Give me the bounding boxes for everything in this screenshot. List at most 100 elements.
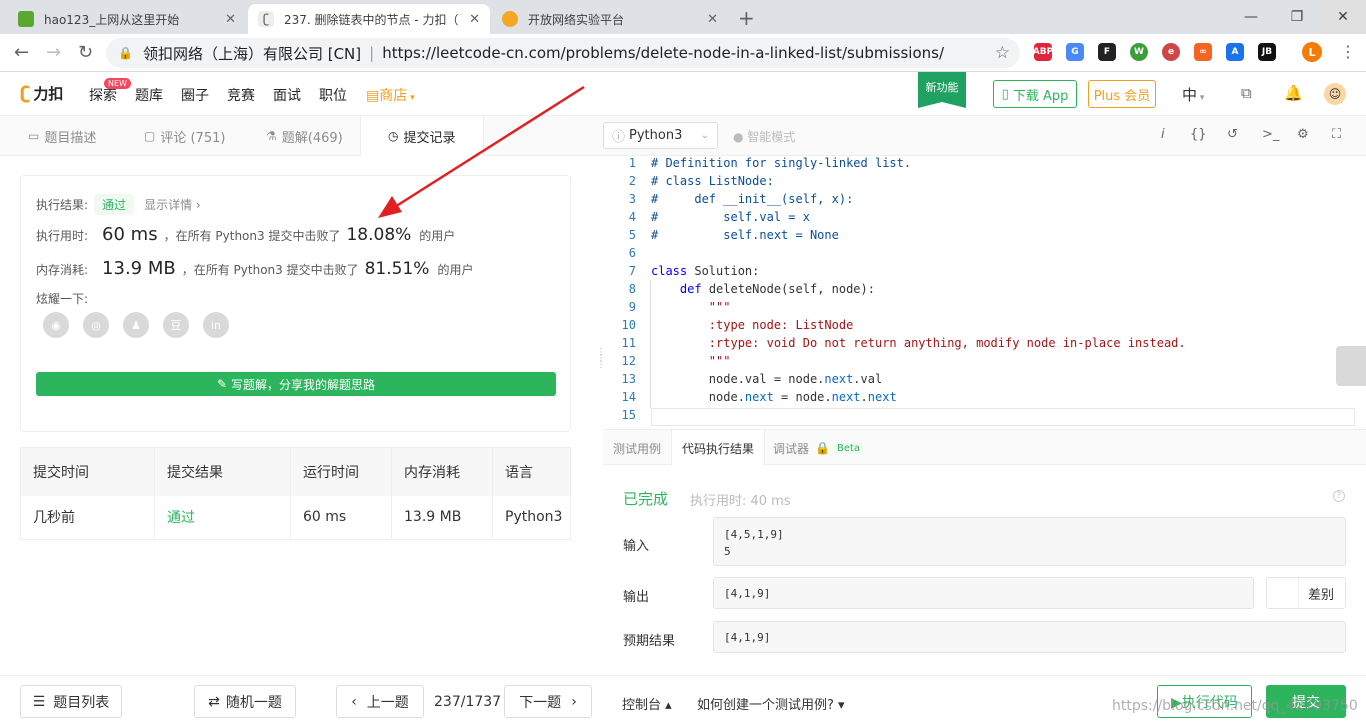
problem-tabs: ▭ 题目描述 ▢ 评论 (751) ⚗ 题解(469) ◷ 提交记录 [0, 116, 593, 156]
next-problem-button[interactable]: 下一题 › [504, 685, 592, 718]
wechat-icon[interactable]: ◉ [43, 312, 69, 338]
line-number: 3 [628, 192, 636, 206]
reload-icon[interactable]: ↻ [78, 42, 93, 63]
settings-icon[interactable]: ⚙ [1297, 127, 1309, 142]
prev-label: 上一题 [366, 694, 409, 711]
fullscreen-icon[interactable]: ⛶ [1332, 127, 1341, 142]
browser-tab-leetcode[interactable]: ʗ 237. 删除链表中的节点 - 力扣（ ✕ [248, 4, 490, 34]
browser-tab-lab[interactable]: 开放网络实验平台 ✕ [492, 4, 728, 34]
extension-icon[interactable]: ∞ [1194, 43, 1212, 61]
nav-circle[interactable]: 圈子 [181, 85, 209, 105]
smart-mode-toggle[interactable]: ● 智能模式 [733, 128, 795, 145]
forward-icon[interactable]: → [46, 42, 61, 63]
console-tabs: 测试用例 代码执行结果 调试器 🔒 Beta [603, 429, 1366, 466]
console-toggle[interactable]: 控制台 ▴ [622, 694, 672, 713]
nav-interview[interactable]: 面试 [273, 85, 301, 105]
memory-value: 13.9 MB [102, 258, 176, 279]
close-icon[interactable]: ✕ [469, 12, 480, 27]
braces-icon[interactable]: {} [1190, 127, 1207, 142]
info-icon: ⓘ [612, 130, 626, 145]
playground-icon[interactable]: ⧉ [1241, 84, 1252, 102]
code-line: # def __init__(self, x): [651, 192, 854, 206]
nav-contest[interactable]: 竞赛 [227, 85, 255, 105]
plus-member-button[interactable]: Plus 会员 [1088, 80, 1156, 108]
terminal-icon[interactable]: >_ [1262, 127, 1279, 142]
bookmark-star-icon[interactable]: ☆ [995, 43, 1010, 63]
browser-tab-hao123[interactable]: hao123_上网从这里开始 ✕ [8, 4, 246, 34]
line-number: 8 [628, 282, 636, 296]
extension-icon[interactable]: A [1226, 43, 1244, 61]
language-switch[interactable]: 中 ▾ [1182, 84, 1204, 105]
tab-label: 评论 (751) [160, 130, 226, 146]
line-number: 13 [621, 372, 636, 386]
tab-description[interactable]: ▭ 题目描述 [28, 116, 96, 156]
reset-icon[interactable]: ↺ [1227, 127, 1238, 142]
header-result: 提交结果 [154, 447, 291, 496]
url-separator: | [369, 44, 375, 62]
side-panel-toggle[interactable] [1336, 346, 1366, 386]
user-avatar[interactable]: ☺ [1324, 83, 1346, 105]
close-icon[interactable]: ✕ [225, 12, 236, 27]
weibo-icon[interactable]: ◎ [83, 312, 109, 338]
show-details-link[interactable]: 显示详情 › [144, 196, 201, 213]
cell-time: 几秒前 [20, 495, 155, 540]
back-icon[interactable]: ← [14, 42, 29, 63]
globe-icon[interactable]: W [1130, 43, 1148, 61]
minimize-button[interactable]: — [1228, 0, 1274, 34]
diff-toggle[interactable]: 差别 [1266, 577, 1346, 609]
linkedin-icon[interactable]: in [203, 312, 229, 338]
info-icon[interactable]: i [1161, 127, 1165, 142]
code-editor[interactable]: 1 2 3 4 5 6 7 8 9 10 11 12 13 14 15 # De… [603, 156, 1355, 428]
profile-avatar[interactable]: L [1302, 42, 1322, 62]
bell-icon[interactable]: 🔔 [1284, 84, 1303, 102]
tab-submissions[interactable]: ◷ 提交记录 [360, 116, 484, 156]
jetbrains-icon[interactable]: JB [1258, 43, 1276, 61]
table-row[interactable]: 几秒前 通过 60 ms 13.9 MB Python3 [20, 495, 571, 540]
translate-icon[interactable]: G [1066, 43, 1084, 61]
url-field[interactable]: 🔒 领扣网络（上海）有限公司 [CN] | https://leetcode-c… [106, 38, 1020, 68]
qq-icon[interactable]: ♟ [123, 312, 149, 338]
input-label: 输入 [623, 539, 650, 554]
line-number: 14 [621, 390, 636, 404]
tab-testcase[interactable]: 测试用例 [613, 430, 661, 466]
feature-badge[interactable]: 新功能 [918, 72, 966, 108]
download-app-button[interactable]: ▯ 下载 App [993, 80, 1077, 108]
close-icon[interactable]: ✕ [707, 12, 718, 27]
tab-debugger[interactable]: 调试器 🔒 Beta [773, 430, 864, 466]
close-window-button[interactable]: ✕ [1320, 0, 1366, 34]
logo-mark-icon: ʗ [20, 83, 31, 104]
site-logo[interactable]: ʗ 力扣 [20, 83, 63, 104]
new-tab-button[interactable]: + [738, 6, 755, 30]
problem-list-button[interactable]: ☰ 题目列表 [20, 685, 122, 718]
how-to-test-link[interactable]: 如何创建一个测试用例? ▾ [697, 694, 845, 713]
help-icon[interactable]: ? [1333, 490, 1345, 502]
language-label: Python3 [629, 128, 683, 143]
nav-shop[interactable]: ▤商店 ▾ [366, 85, 415, 105]
restore-button[interactable]: ❐ [1274, 0, 1320, 34]
tab-run-result[interactable]: 代码执行结果 [671, 430, 766, 466]
tab-comments[interactable]: ▢ 评论 (751) [144, 116, 225, 156]
panel-resize-handle[interactable]: ⋮ ⋮ ⋮ [596, 348, 606, 370]
douban-icon[interactable]: 豆 [163, 312, 189, 338]
chevron-right-icon: › [571, 693, 577, 710]
diff-switch[interactable] [1267, 578, 1299, 608]
adblock-icon[interactable]: ABP [1033, 43, 1053, 61]
tab-solutions[interactable]: ⚗ 题解(469) [266, 116, 343, 156]
nav-jobs[interactable]: 职位 [319, 85, 347, 105]
extension-icon[interactable]: F [1098, 43, 1116, 61]
random-problem-button[interactable]: ⇄ 随机一题 [194, 685, 296, 718]
header-runtime: 运行时间 [290, 447, 392, 496]
output-label: 输出 [623, 590, 650, 605]
runtime-text: ，在所有 Python3 提交中击败了 [163, 229, 341, 243]
prev-problem-button[interactable]: ‹ 上一题 [336, 685, 424, 718]
write-solution-button[interactable]: ✎ 写题解，分享我的解题思路 [36, 372, 556, 396]
runtime-percentile: 18.08% [346, 225, 412, 245]
nav-problems[interactable]: 题库 [135, 85, 163, 105]
cell-result[interactable]: 通过 [154, 495, 291, 540]
menu-icon[interactable]: ⋮ [1340, 42, 1356, 61]
cell-runtime: 60 ms [290, 495, 392, 540]
extension-icon[interactable]: e [1162, 43, 1180, 61]
language-select[interactable]: ⓘ Python3 ⌄ [603, 122, 718, 149]
code-line: """ [651, 354, 731, 368]
code-line: node.val = node.next.val [651, 372, 883, 386]
